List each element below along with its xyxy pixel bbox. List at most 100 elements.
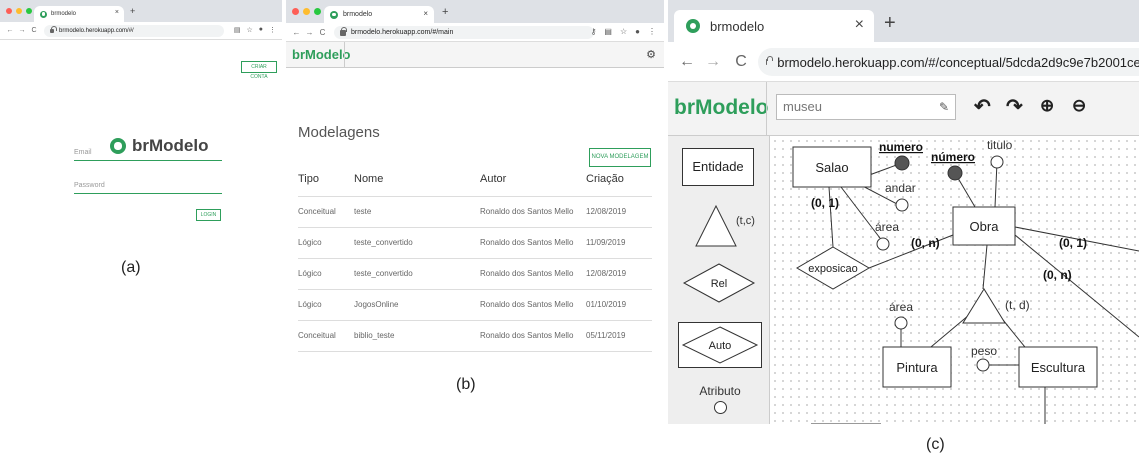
attribute-numero-obra-label: número (931, 150, 975, 164)
table-row[interactable]: Conceitual teste Ronaldo dos Santos Mell… (298, 196, 652, 228)
model-name-text: museu (783, 99, 823, 114)
translate-icon[interactable]: ▤ (604, 27, 612, 36)
palette-sidebar: Entidade (t,c) Rel Auto Atributo (668, 136, 770, 424)
forward-icon[interactable]: → (16, 27, 28, 34)
maximize-window-icon[interactable] (314, 8, 321, 15)
undo-icon[interactable]: ↶ (974, 94, 991, 119)
back-icon[interactable]: ← (290, 28, 303, 37)
forward-icon[interactable]: → (702, 53, 724, 71)
browser-tab[interactable]: brmodelo × (324, 6, 434, 23)
profile-icon[interactable]: ● (259, 26, 263, 34)
column-header[interactable]: Nome (354, 162, 480, 197)
close-tab-icon[interactable]: × (115, 9, 119, 16)
cell-type: Lógico (298, 289, 354, 321)
tab-strip: brmodelo × + (286, 0, 664, 23)
header-divider (344, 42, 345, 68)
reload-icon[interactable]: C (730, 53, 752, 71)
attribute-area-pintura-label: área (889, 300, 913, 314)
address-bar[interactable]: brmodelo.herokuapp.com/#/conceptual/5dcd… (758, 48, 1139, 76)
toolbar: ← → C brmodelo.herokuapp.com/#/main ⚷ ▤ … (286, 23, 664, 42)
lock-icon (340, 26, 347, 36)
key-icon[interactable]: ⚷ (591, 27, 597, 36)
new-tab-icon[interactable]: + (442, 6, 448, 18)
cell-type: Conceitual (298, 320, 354, 352)
er-diagram: Salao Obra Pintura Escultura exposicao n… (792, 138, 1139, 424)
browser-tab[interactable]: brmodelo × (674, 10, 874, 42)
redo-icon[interactable]: ↷ (1006, 94, 1023, 119)
entity-obra-label: Obra (970, 219, 1000, 234)
reload-icon[interactable]: C (316, 28, 329, 37)
app-title[interactable]: brModelo (674, 96, 769, 120)
model-name-input[interactable]: museu ✎ (776, 94, 956, 120)
profile-icon[interactable]: ● (635, 27, 640, 36)
table-row[interactable]: Conceitual biblio_teste Ronaldo dos Sant… (298, 320, 652, 352)
zoom-in-icon[interactable]: ⊕ (1040, 96, 1054, 116)
palette-attribute-label: Atributo (699, 384, 741, 398)
create-account-button[interactable]: CRIAR CONTA (241, 61, 277, 80)
column-header[interactable]: Criação (586, 162, 652, 197)
palette-relationship[interactable]: Rel (682, 262, 756, 304)
palette-entity[interactable]: Entidade (682, 148, 754, 186)
cell-type: Lógico (298, 227, 354, 259)
cell-date: 12/08/2019 (586, 196, 652, 228)
palette-specialization[interactable]: (t,c) (692, 202, 764, 250)
palette-attribute[interactable]: Atributo (688, 384, 752, 414)
close-tab-icon[interactable]: × (855, 16, 864, 34)
window-controls[interactable] (6, 8, 32, 14)
cell-name: teste_convertido (354, 227, 480, 259)
menu-icon[interactable]: ⋮ (648, 27, 656, 36)
address-bar[interactable]: brmodelo.herokuapp.com/#/ (44, 25, 224, 37)
specialization-label: (t, d) (1005, 298, 1030, 312)
panel-b-browser: brmodelo × + ← → C brmodelo.herokuapp.co… (286, 0, 664, 370)
settings-gear-icon[interactable]: ⚙ (646, 48, 656, 61)
bookmark-star-icon[interactable]: ☆ (246, 26, 252, 34)
new-tab-icon[interactable]: + (884, 12, 896, 35)
diagram-canvas[interactable]: Salao Obra Pintura Escultura exposicao n… (771, 137, 1139, 424)
login-button[interactable]: LOGIN (196, 209, 221, 221)
password-field[interactable]: Password (74, 182, 222, 194)
toolbar: ← → C brmodelo.herokuapp.com/#/ ▤ ☆ ● ⋮ (0, 22, 282, 40)
attribute-area-pintura (894, 316, 908, 330)
palette-spec-label: (t,c) (736, 215, 755, 227)
translate-icon[interactable]: ▤ (234, 26, 241, 34)
close-tab-icon[interactable]: × (423, 9, 428, 18)
table-row[interactable]: Lógico JogosOnline Ronaldo dos Santos Me… (298, 289, 652, 321)
menu-icon[interactable]: ⋮ (269, 26, 276, 34)
header-divider (766, 82, 767, 136)
zoom-out-icon[interactable]: ⊖ (1072, 96, 1086, 116)
cell-author: Ronaldo dos Santos Mello (480, 320, 586, 352)
window-controls[interactable] (292, 8, 321, 15)
palette-associative-entity[interactable]: Auto (678, 322, 762, 368)
relationship-exposicao-label: exposicao (808, 263, 858, 275)
back-icon[interactable]: ← (676, 53, 698, 71)
brmodelo-favicon-icon (40, 10, 47, 18)
forward-icon[interactable]: → (303, 28, 316, 37)
column-header[interactable]: Tipo (298, 162, 354, 197)
edit-pencil-icon[interactable]: ✎ (939, 95, 949, 119)
close-window-icon[interactable] (292, 8, 299, 15)
new-tab-icon[interactable]: + (130, 6, 135, 16)
cell-author: Ronaldo dos Santos Mello (480, 196, 586, 228)
table-row[interactable]: Lógico teste_convertido Ronaldo dos Sant… (298, 227, 652, 259)
minimize-window-icon[interactable] (303, 8, 310, 15)
bookmark-star-icon[interactable]: ☆ (620, 27, 627, 36)
back-icon[interactable]: ← (4, 27, 16, 34)
app-title[interactable]: brModelo (292, 47, 351, 62)
close-window-icon[interactable] (6, 8, 12, 14)
column-header[interactable]: Autor (480, 162, 586, 197)
url-text: brmodelo.herokuapp.com/#/main (351, 29, 454, 36)
table-row[interactable]: Lógico teste_convertido Ronaldo dos Sant… (298, 258, 652, 290)
reload-icon[interactable]: C (28, 27, 40, 34)
cell-type: Conceitual (298, 196, 354, 228)
app-header: brModelo museu ✎ ↶ ↷ ⊕ ⊖ (668, 82, 1139, 136)
cell-date: 05/11/2019 (586, 320, 652, 352)
minimize-window-icon[interactable] (16, 8, 22, 14)
cell-date: 12/08/2019 (586, 258, 652, 290)
cell-name: JogosOnline (354, 289, 480, 321)
maximize-window-icon[interactable] (26, 8, 32, 14)
browser-tab[interactable]: brmodelo × (34, 6, 124, 22)
email-field[interactable]: Email (74, 149, 222, 161)
cardinality-obra-exposicao: (0, n) (911, 236, 940, 250)
address-bar[interactable]: brmodelo.herokuapp.com/#/main (334, 26, 594, 39)
specialization-triangle (962, 288, 1006, 324)
